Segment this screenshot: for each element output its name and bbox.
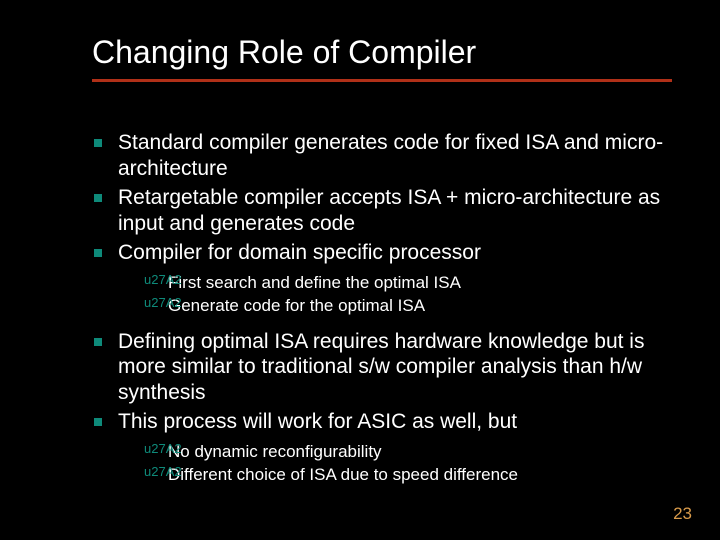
sub-item: No dynamic reconfigurability [168,441,672,462]
sub-list: First search and define the optimal ISA … [168,272,672,317]
slide-title: Changing Role of Compiler [92,34,672,82]
slide-content: Standard compiler generates code for fix… [92,130,672,485]
sub-item: Different choice of ISA due to speed dif… [168,464,672,485]
page-number: 23 [673,504,692,524]
bullet-item: Defining optimal ISA requires hardware k… [118,329,672,406]
sub-list: No dynamic reconfigurability Different c… [168,441,672,486]
bullet-text: Compiler for domain specific processor [118,241,481,264]
bullet-item: Retargetable compiler accepts ISA + micr… [118,185,672,236]
bullet-text: This process will work for ASIC as well,… [118,410,517,433]
sub-item: Generate code for the optimal ISA [168,295,672,316]
bullet-item: Compiler for domain specific processor F… [118,240,672,316]
bullet-list: Standard compiler generates code for fix… [118,130,672,485]
bullet-item: This process will work for ASIC as well,… [118,409,672,485]
sub-item: First search and define the optimal ISA [168,272,672,293]
bullet-item: Standard compiler generates code for fix… [118,130,672,181]
slide: Changing Role of Compiler Standard compi… [0,0,720,540]
